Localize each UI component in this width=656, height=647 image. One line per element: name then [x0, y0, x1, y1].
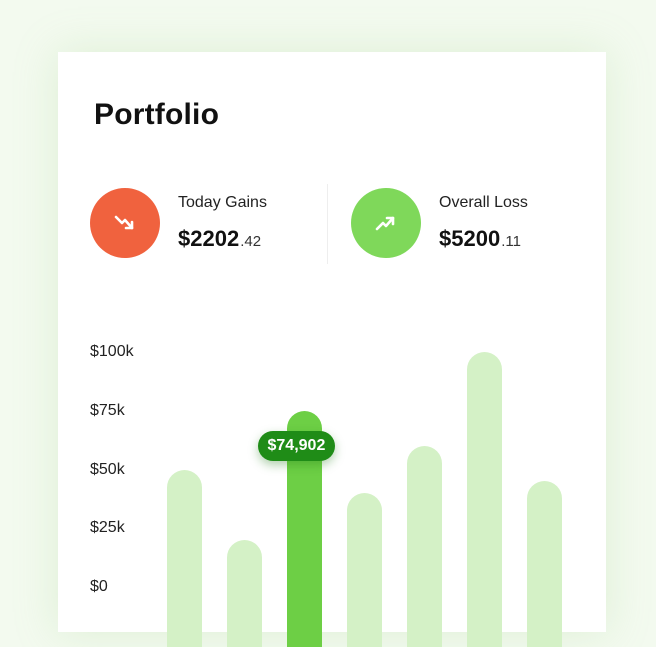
y-tick-label: $100k — [90, 343, 134, 361]
y-tick-label: $25k — [90, 519, 125, 537]
portfolio-card: Portfolio Today Gains $2202.42 Overall L… — [58, 52, 606, 632]
today-gains-cents: .42 — [240, 233, 261, 250]
y-tick-label: $50k — [90, 461, 125, 479]
today-gains-value: $2202.42 — [178, 226, 261, 252]
overall-loss-cents: .11 — [501, 233, 521, 250]
chart-bar[interactable] — [527, 481, 562, 647]
chart-tooltip: $74,902 — [258, 431, 336, 461]
chart-bar[interactable] — [167, 470, 202, 647]
y-tick-label: $75k — [90, 402, 125, 420]
stats-divider — [327, 184, 328, 264]
chart-bar[interactable] — [407, 446, 442, 647]
chart-bar[interactable] — [347, 493, 382, 647]
trend-up-icon — [351, 188, 421, 258]
y-tick-label: $0 — [90, 578, 108, 596]
chart-bar[interactable] — [227, 540, 262, 647]
page-title: Portfolio — [94, 98, 219, 132]
today-gains-label: Today Gains — [178, 194, 267, 212]
chart-bar[interactable] — [467, 352, 502, 647]
overall-loss-amount: $5200 — [439, 226, 500, 251]
overall-loss-value: $5200.11 — [439, 226, 521, 252]
overall-loss-label: Overall Loss — [439, 194, 528, 212]
trend-down-icon — [90, 188, 160, 258]
today-gains-amount: $2202 — [178, 226, 239, 251]
